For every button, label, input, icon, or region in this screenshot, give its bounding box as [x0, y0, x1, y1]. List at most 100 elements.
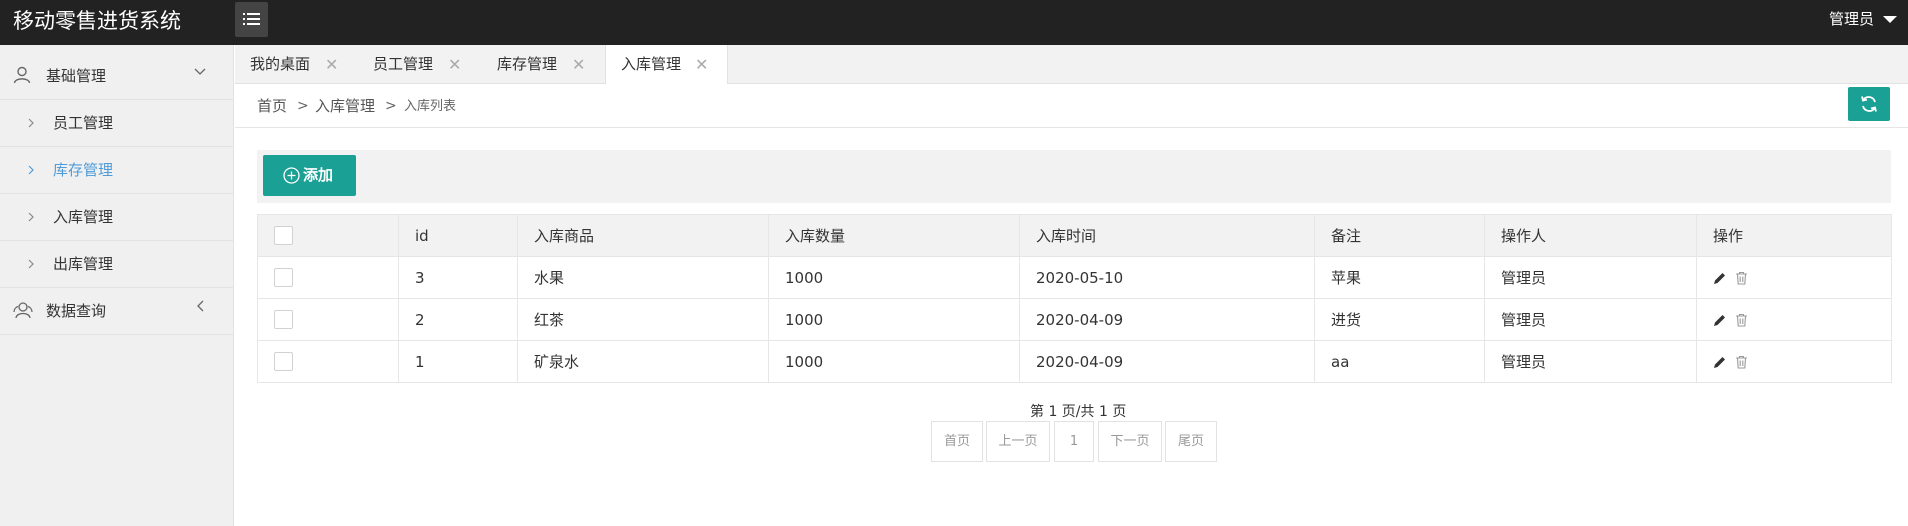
nav-group-basic[interactable]: 基础管理	[0, 53, 234, 100]
refresh-icon	[1861, 96, 1877, 112]
cell-product: 红茶	[517, 298, 769, 341]
row-select-cell	[257, 298, 399, 341]
tab-inventory[interactable]: 库存管理 ✕	[482, 45, 592, 84]
cell-note: aa	[1314, 340, 1485, 383]
table-row: 1 矿泉水 1000 2020-04-09 aa 管理员	[257, 340, 1892, 383]
breadcrumb: 首页 > 入库管理 > 入库列表	[235, 84, 1908, 128]
cell-quantity: 1000	[768, 340, 1020, 383]
chevron-left-icon	[197, 300, 204, 312]
tab-bar: 我的桌面 ✕ 员工管理 ✕ 库存管理 ✕ 入库管理 ✕	[235, 45, 1908, 85]
last-page-button[interactable]: 尾页	[1165, 421, 1217, 462]
caret-down-icon[interactable]	[1883, 16, 1897, 23]
nav-group-query[interactable]: 数据查询	[0, 288, 234, 335]
edit-icon[interactable]	[1713, 272, 1726, 285]
sidebar-item-label: 库存管理	[53, 161, 114, 179]
column-header: 操作人	[1484, 214, 1697, 257]
table-header-row: id 入库商品 入库数量 入库时间 备注 操作人 操作	[257, 214, 1892, 257]
close-icon[interactable]: ✕	[695, 45, 708, 84]
trash-icon[interactable]	[1735, 355, 1748, 369]
cell-id: 2	[398, 298, 518, 341]
breadcrumb-stock-in[interactable]: 入库管理	[315, 95, 375, 117]
cell-id: 1	[398, 340, 518, 383]
tab-employee[interactable]: 员工管理 ✕	[358, 45, 466, 84]
cell-id: 3	[398, 256, 518, 299]
cell-operator: 管理员	[1484, 256, 1697, 299]
plus-circle-icon	[283, 167, 300, 184]
close-icon[interactable]: ✕	[325, 45, 338, 84]
row-select-cell	[257, 340, 399, 383]
trash-icon[interactable]	[1735, 313, 1748, 327]
sidebar-item-stock-in[interactable]: 入库管理	[0, 194, 234, 241]
cell-actions	[1696, 340, 1892, 383]
column-header: 入库数量	[768, 214, 1020, 257]
chevron-down-icon	[194, 68, 206, 75]
current-page-button[interactable]: 1	[1054, 421, 1094, 462]
sidebar-item-label: 出库管理	[53, 255, 114, 273]
toolbar	[257, 150, 1891, 203]
select-all-cell	[257, 214, 399, 257]
select-all-checkbox[interactable]	[274, 226, 293, 245]
app-title: 移动零售进货系统	[13, 9, 181, 33]
user-icon	[13, 66, 31, 84]
prev-page-button[interactable]: 上一页	[986, 421, 1050, 462]
trash-icon[interactable]	[1735, 271, 1748, 285]
cell-note: 苹果	[1314, 256, 1485, 299]
cell-product: 矿泉水	[517, 340, 769, 383]
sidebar-item-inventory[interactable]: 库存管理	[0, 147, 234, 194]
tab-label: 入库管理	[621, 55, 682, 73]
row-checkbox[interactable]	[274, 268, 293, 287]
column-header: 操作	[1696, 214, 1892, 257]
add-button[interactable]: 添加	[263, 155, 356, 196]
refresh-button[interactable]	[1848, 87, 1890, 121]
close-icon[interactable]: ✕	[572, 45, 585, 84]
first-page-button[interactable]: 首页	[931, 421, 983, 462]
chevron-right-icon	[28, 259, 34, 269]
cell-time: 2020-04-09	[1019, 340, 1315, 383]
column-header: 备注	[1314, 214, 1485, 257]
tab-desktop[interactable]: 我的桌面 ✕	[235, 45, 343, 84]
chevron-right-icon	[28, 118, 34, 128]
table-row: 3 水果 1000 2020-05-10 苹果 管理员	[257, 256, 1892, 299]
column-header: id	[398, 214, 518, 257]
top-bar: 移动零售进货系统 管理员	[0, 0, 1908, 45]
cell-time: 2020-05-10	[1019, 256, 1315, 299]
sidebar-item-employee[interactable]: 员工管理	[0, 100, 234, 147]
breadcrumb-separator: >	[297, 98, 309, 114]
cell-note: 进货	[1314, 298, 1485, 341]
nav-group-label: 基础管理	[46, 67, 107, 85]
breadcrumb-separator: >	[385, 98, 397, 114]
sidebar-item-stock-out[interactable]: 出库管理	[0, 241, 234, 288]
cell-product: 水果	[517, 256, 769, 299]
cell-quantity: 1000	[768, 256, 1020, 299]
cell-operator: 管理员	[1484, 340, 1697, 383]
edit-icon[interactable]	[1713, 314, 1726, 327]
tab-label: 员工管理	[373, 55, 434, 73]
chevron-right-icon	[28, 165, 34, 175]
group-icon	[13, 302, 33, 319]
stock-in-table: id 入库商品 入库数量 入库时间 备注 操作人 操作 3 水果 1000 20…	[257, 214, 1892, 383]
chevron-right-icon	[28, 212, 34, 222]
edit-icon[interactable]	[1713, 356, 1726, 369]
page-info: 第 1 页/共 1 页	[1030, 404, 1127, 420]
tab-label: 库存管理	[497, 55, 558, 73]
cell-actions	[1696, 256, 1892, 299]
row-checkbox[interactable]	[274, 352, 293, 371]
column-header: 入库时间	[1019, 214, 1315, 257]
cell-actions	[1696, 298, 1892, 341]
close-icon[interactable]: ✕	[448, 45, 461, 84]
sidebar-item-label: 员工管理	[53, 114, 114, 132]
user-menu[interactable]: 管理员	[1829, 8, 1874, 30]
row-checkbox[interactable]	[274, 310, 293, 329]
add-button-label: 添加	[303, 166, 334, 184]
tab-stock-in[interactable]: 入库管理 ✕	[605, 45, 728, 85]
cell-quantity: 1000	[768, 298, 1020, 341]
cell-operator: 管理员	[1484, 298, 1697, 341]
row-select-cell	[257, 256, 399, 299]
column-header: 入库商品	[517, 214, 769, 257]
next-page-button[interactable]: 下一页	[1098, 421, 1162, 462]
table-row: 2 红茶 1000 2020-04-09 进货 管理员	[257, 298, 1892, 341]
sidebar-item-label: 入库管理	[53, 208, 114, 226]
nav-group-label: 数据查询	[46, 302, 107, 320]
breadcrumb-home[interactable]: 首页	[257, 95, 287, 117]
menu-toggle-button[interactable]	[235, 2, 268, 37]
